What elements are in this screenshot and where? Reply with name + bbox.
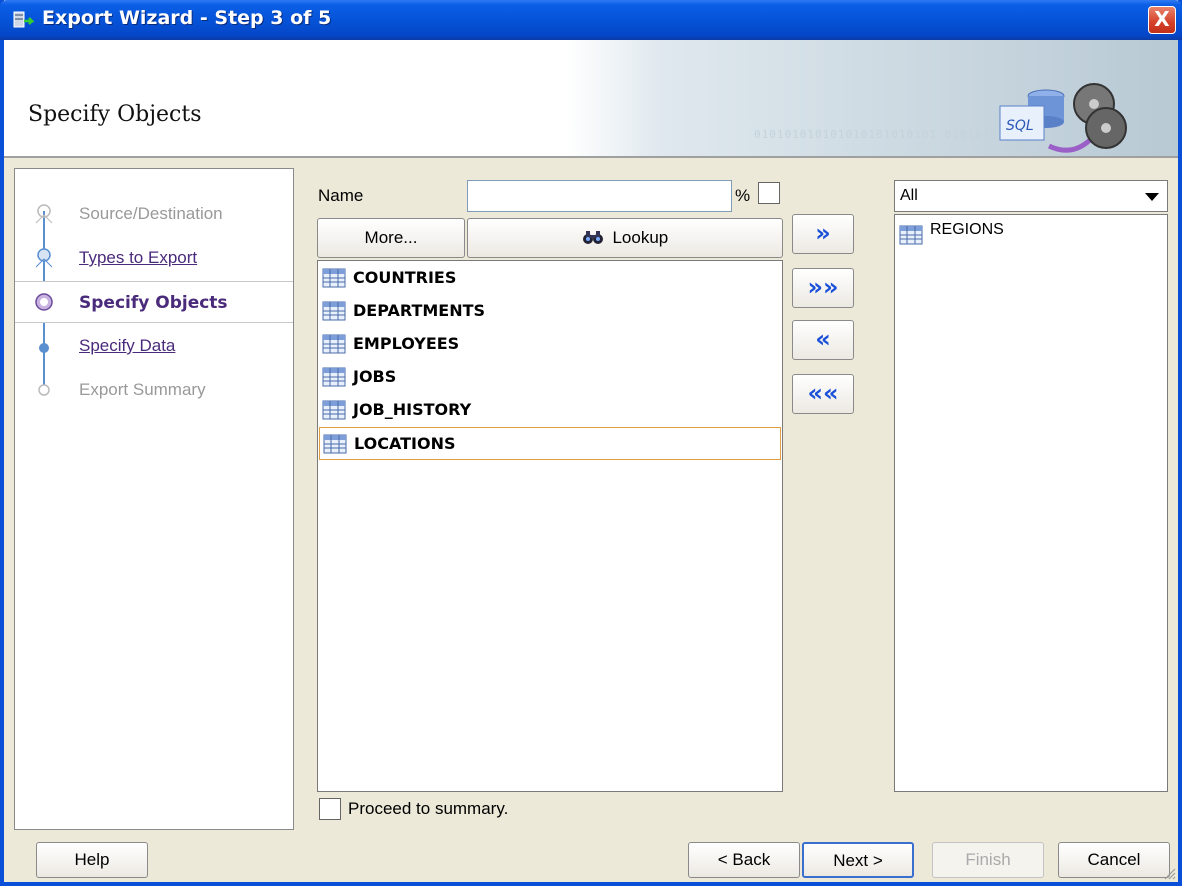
- list-item-label: JOB_HISTORY: [353, 400, 472, 419]
- step-next-icon: [39, 343, 49, 353]
- finish-button-label: Finish: [965, 850, 1011, 869]
- nav-step-label[interactable]: Specify Data: [79, 336, 175, 356]
- lookup-button[interactable]: Lookup: [467, 218, 783, 258]
- close-icon: X: [1154, 7, 1170, 31]
- list-item[interactable]: JOB_HISTORY: [319, 394, 781, 427]
- remove-all-arrow-icon: ««: [807, 379, 839, 407]
- table-icon: [322, 301, 346, 321]
- step-done-icon: [35, 204, 53, 224]
- table-icon: [322, 334, 346, 354]
- selected-objects-list[interactable]: REGIONS: [894, 214, 1168, 792]
- remove-selected-button[interactable]: «: [792, 320, 854, 360]
- cancel-button-label: Cancel: [1087, 850, 1141, 869]
- back-button-label: < Back: [717, 850, 771, 869]
- list-item-label: LOCATIONS: [354, 434, 456, 453]
- export-wizard-window: Export Wizard - Step 3 of 5 X Specify Ob…: [0, 0, 1182, 886]
- list-item[interactable]: DEPARTMENTS: [319, 295, 781, 328]
- list-item-label: REGIONS: [930, 221, 1004, 238]
- name-filter-input[interactable]: [467, 180, 732, 212]
- step-visited-icon: [35, 248, 53, 268]
- add-selected-button[interactable]: »: [792, 214, 854, 254]
- list-item[interactable]: LOCATIONS: [319, 427, 781, 460]
- step-current-icon: [35, 293, 53, 311]
- window-title: Export Wizard - Step 3 of 5: [42, 7, 332, 29]
- more-button-label: More...: [364, 228, 418, 247]
- finish-button: Finish: [932, 842, 1044, 878]
- nav-step-specify-data[interactable]: Specify Data: [15, 325, 293, 367]
- table-icon: [323, 434, 347, 454]
- header-decoration-binary: 010101010101010101010101 01010101010: [754, 128, 1029, 141]
- step-pending-icon: [38, 384, 50, 396]
- list-item[interactable]: REGIONS: [896, 219, 1166, 252]
- nav-step-label[interactable]: Specify Objects: [79, 293, 228, 313]
- back-button[interactable]: < Back: [688, 842, 800, 878]
- list-item-label: DEPARTMENTS: [353, 301, 486, 320]
- database-export-icon: [13, 11, 34, 28]
- nav-step-label: Export Summary: [79, 380, 206, 399]
- lookup-button-label: Lookup: [612, 228, 669, 247]
- nav-step-types-to-export[interactable]: Types to Export: [15, 237, 293, 279]
- wildcard-percent-label: %: [735, 186, 751, 205]
- resize-grip-icon[interactable]: [1162, 866, 1176, 880]
- list-item-label: COUNTRIES: [353, 268, 457, 287]
- binoculars-icon: [582, 231, 603, 244]
- remove-all-button[interactable]: ««: [792, 374, 854, 414]
- list-item[interactable]: JOBS: [319, 361, 781, 394]
- nav-step-label[interactable]: Types to Export: [79, 248, 197, 268]
- more-button[interactable]: More...: [317, 218, 465, 258]
- nav-step-export-summary: Export Summary: [15, 369, 293, 411]
- proceed-to-summary-checkbox[interactable]: [319, 798, 341, 820]
- chevron-down-icon[interactable]: [1145, 193, 1159, 201]
- list-item[interactable]: COUNTRIES: [319, 262, 781, 295]
- table-icon: [322, 268, 346, 288]
- dropdown-selected-value: All: [900, 187, 918, 204]
- page-title: Specify Objects: [28, 102, 202, 127]
- available-objects-list[interactable]: COUNTRIES DEPARTMENTS EMPLOYEES JOBS JOB_HIS…: [317, 260, 783, 792]
- wildcard-checkbox[interactable]: [758, 182, 780, 204]
- list-item[interactable]: EMPLOYEES: [319, 328, 781, 361]
- add-all-button[interactable]: »»: [792, 268, 854, 308]
- close-button[interactable]: X: [1148, 6, 1176, 34]
- add-arrow-icon: »: [815, 219, 831, 247]
- help-button[interactable]: Help: [36, 842, 148, 878]
- title-bar[interactable]: Export Wizard - Step 3 of 5 X: [0, 0, 1182, 40]
- nav-step-specify-objects[interactable]: Specify Objects: [15, 281, 293, 323]
- table-icon: [899, 225, 923, 245]
- next-button[interactable]: Next >: [802, 842, 914, 878]
- list-item-label: EMPLOYEES: [353, 334, 460, 353]
- name-filter-label: Name: [318, 186, 364, 205]
- wizard-header: Specify Objects 010101010101010101010101…: [4, 40, 1178, 158]
- help-button-label: Help: [74, 850, 110, 869]
- add-all-arrow-icon: »»: [807, 273, 839, 301]
- next-button-label: Next >: [833, 851, 883, 870]
- nav-step-label: Source/Destination: [79, 204, 223, 223]
- remove-arrow-icon: «: [815, 325, 831, 353]
- table-icon: [322, 367, 346, 387]
- cancel-button[interactable]: Cancel: [1058, 842, 1170, 878]
- sql-art-label: SQL: [1006, 118, 1034, 134]
- proceed-to-summary-label[interactable]: Proceed to summary.: [348, 799, 508, 819]
- list-item-label: JOBS: [353, 367, 397, 386]
- object-type-filter-dropdown[interactable]: All: [894, 180, 1168, 212]
- nav-step-source-destination: Source/Destination: [15, 193, 293, 235]
- sql-export-art-icon: SQL: [999, 83, 1127, 153]
- wizard-step-navigator: Source/Destination Types to Export Speci…: [14, 168, 294, 830]
- table-icon: [322, 400, 346, 420]
